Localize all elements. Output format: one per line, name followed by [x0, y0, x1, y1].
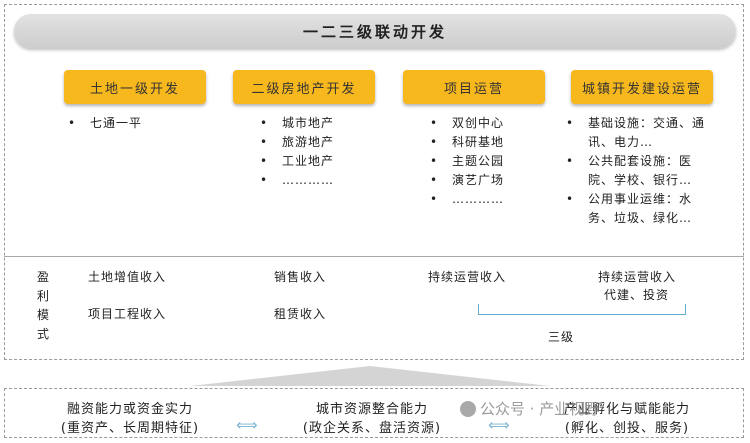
header-town-dev: 城镇开发建设运营	[571, 70, 713, 104]
list-item: 科研基地	[430, 133, 560, 152]
capability-financing: 融资能力或资金实力 (重资产、长周期特征)	[30, 400, 230, 438]
list-item: 旅游地产	[260, 133, 390, 152]
list-item: 城市地产	[260, 114, 390, 133]
capability-note: (重资产、长周期特征)	[60, 421, 200, 436]
list-item: 双创中心	[430, 114, 560, 133]
list-item: 演艺广场	[430, 171, 560, 190]
tier-label: 三级	[548, 330, 575, 344]
income-ongoing-ops: 持续运营收入	[428, 270, 507, 284]
income-ongoing-ops-town: 持续运营收入	[598, 270, 677, 284]
capability-title: 城市资源整合能力	[315, 402, 428, 417]
list-item: …………	[260, 171, 390, 190]
list-item: 主题公园	[430, 152, 560, 171]
wechat-icon	[460, 400, 476, 417]
list-item: 七通一平	[68, 114, 218, 133]
profit-model-label: 盈利模式	[36, 270, 49, 341]
income-project-engineering: 项目工程收入	[88, 307, 167, 321]
capability-resource-integration: 城市资源整合能力 (政企关系、盘活资源)	[272, 400, 472, 438]
income-sales: 销售收入	[274, 270, 327, 284]
diagram-title: 一二三级联动开发	[14, 14, 736, 48]
list-item: 公用事业运维：水务、垃圾、绿化…	[566, 190, 716, 228]
capability-title: 融资能力或资金实力	[66, 402, 193, 417]
watermark-text: 公众号 · 产业视野	[480, 400, 600, 418]
watermark: 公众号 · 产业视野	[460, 398, 599, 419]
income-construction-investment: 代建、投资	[604, 288, 670, 302]
capability-note: (孵化、创投、服务)	[564, 421, 690, 436]
double-arrow-icon: ⟺	[236, 416, 258, 434]
header-project-ops: 项目运营	[403, 70, 545, 104]
list-item: …………	[430, 190, 560, 209]
list-land-primary: 七通一平	[68, 114, 218, 133]
list-real-estate: 城市地产 旅游地产 工业地产 …………	[260, 114, 390, 190]
list-item: 基础设施：交通、通讯、电力…	[566, 114, 716, 152]
header-real-estate: 二级房地产开发	[233, 70, 375, 104]
list-project-ops: 双创中心 科研基地 主题公园 演艺广场 …………	[430, 114, 560, 209]
list-item: 工业地产	[260, 152, 390, 171]
tier-bracket	[478, 304, 686, 315]
capability-note: (政企关系、盘活资源)	[302, 421, 442, 436]
list-town-dev: 基础设施：交通、通讯、电力… 公共配套设施：医院、学校、银行… 公用事业运维：水…	[566, 114, 716, 228]
list-item: 公共配套设施：医院、学校、银行…	[566, 152, 716, 190]
pyramid-triangle	[190, 366, 550, 386]
income-land-appreciation: 土地增值收入	[88, 270, 167, 284]
income-rental: 租赁收入	[274, 307, 327, 321]
section-divider	[4, 256, 744, 257]
header-land-primary: 土地一级开发	[64, 70, 206, 104]
